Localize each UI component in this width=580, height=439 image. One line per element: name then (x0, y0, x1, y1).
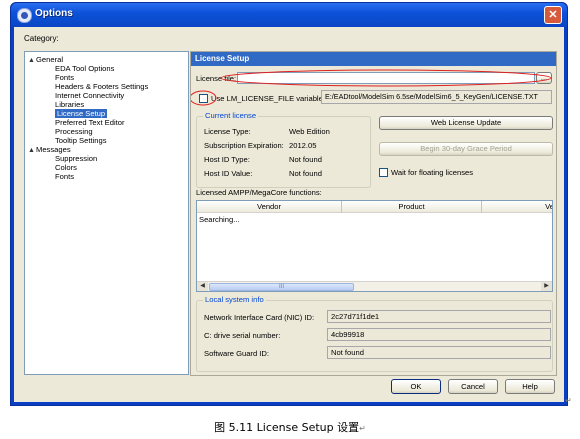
tree-item-label: Suppression (55, 154, 98, 163)
tree-item-label: Libraries (55, 100, 85, 109)
tree-item[interactable]: Colors (25, 163, 188, 172)
caption-return-mark: ↵ (359, 424, 366, 433)
tree-item-label: Preferred Text Editor (55, 118, 125, 127)
info-value: Not found (289, 169, 322, 178)
tree-item[interactable]: Headers & Footers Settings (25, 82, 188, 91)
app-icon (17, 8, 32, 23)
tree-item[interactable]: Fonts (25, 172, 188, 181)
scroll-left-icon[interactable]: ◀ (197, 282, 208, 291)
license-file-annotation-ellipse (220, 69, 552, 87)
tree-item-label: Fonts (55, 73, 74, 82)
info-value: Not found (289, 155, 322, 164)
tree-item[interactable]: Libraries (25, 100, 188, 109)
tree-item[interactable]: License Setup (25, 109, 188, 118)
tree-item[interactable]: Internet Connectivity (25, 91, 188, 100)
column-product[interactable]: Product (342, 201, 482, 213)
options-dialog: Options ✕ Category: ▲General EDA Tool Opt… (10, 2, 568, 406)
scroll-thumb[interactable]: III (209, 283, 354, 291)
tree-item[interactable]: ▲General (25, 55, 188, 64)
ampp-label: Licensed AMPP/MegaCore functions: (196, 188, 322, 197)
scroll-right-icon[interactable]: ▶ (541, 282, 552, 291)
tree-item[interactable]: EDA Tool Options (25, 64, 188, 73)
tree-item-label: Headers & Footers Settings (55, 82, 149, 91)
tree-item[interactable]: ▲Messages (25, 145, 188, 154)
help-button[interactable]: Help (505, 379, 555, 394)
annotation-overlay (191, 69, 552, 106)
tree-item-label: Tooltip Settings (55, 136, 107, 145)
info-value: 4cb99918 (327, 328, 551, 341)
info-value: 2012.05 (289, 141, 317, 150)
tree-item-label: Processing (55, 127, 93, 136)
tree-item[interactable]: Preferred Text Editor (25, 118, 188, 127)
info-key: License Type: (204, 127, 251, 136)
figure-caption: 图 5.11 License Setup 设置↵ (0, 419, 580, 435)
tree-item-label: EDA Tool Options (55, 64, 115, 73)
window-title: Options (35, 8, 73, 19)
caption-text: 图 5.11 License Setup 设置 (214, 421, 360, 434)
grace-period-button[interactable]: Begin 30-day Grace Period (379, 142, 553, 156)
info-key: Subscription Expiration: (204, 141, 284, 150)
license-setup-panel: License Setup License file: ... Use LM_L… (190, 51, 557, 376)
local-system-info-title: Local system info (203, 295, 266, 304)
info-key: Host ID Value: (204, 169, 253, 178)
info-value: Web Edition (289, 127, 330, 136)
ampp-table[interactable]: Vendor Product Versi Searching... ◀ III … (196, 200, 553, 292)
tree-item-label: Internet Connectivity (55, 91, 125, 100)
column-vendor[interactable]: Vendor (197, 201, 342, 213)
info-key: Software Guard ID: (204, 349, 269, 358)
close-button[interactable]: ✕ (544, 6, 562, 24)
info-value: Not found (327, 346, 551, 359)
title-bar[interactable]: Options ✕ (11, 3, 567, 27)
tree-item-label: Messages (36, 145, 71, 154)
searching-status: Searching... (199, 215, 240, 224)
wait-floating-label: Wait for floating licenses (391, 168, 474, 177)
info-key: Network Interface Card (NIC) ID: (204, 313, 315, 322)
web-license-update-button[interactable]: Web License Update (379, 116, 553, 130)
tree-item[interactable]: Suppression (25, 154, 188, 163)
wait-floating-checkbox[interactable] (379, 168, 388, 177)
category-label: Category: (24, 34, 59, 43)
tree-item[interactable]: Processing (25, 127, 188, 136)
category-tree[interactable]: ▲General EDA Tool Options Fonts Headers & F… (24, 51, 189, 375)
tree-item-label: Colors (55, 163, 77, 172)
tree-item-label: License Setup (55, 109, 108, 118)
tree-item-label: General (36, 55, 64, 64)
ok-button[interactable]: OK (391, 379, 441, 394)
checkbox-annotation-ellipse (191, 90, 217, 106)
cancel-button[interactable]: Cancel (448, 379, 498, 394)
current-license-group: Current license License Type: Web Edition… (196, 111, 371, 188)
tree-item[interactable]: Tooltip Settings (25, 136, 188, 145)
dialog-body: Category: ▲General EDA Tool Options Fonts H… (14, 27, 564, 402)
column-version[interactable]: Versi (482, 201, 552, 213)
info-key: Host ID Type: (204, 155, 250, 164)
horizontal-scrollbar[interactable]: ◀ III ▶ (197, 281, 552, 291)
info-key: C: drive serial number: (204, 331, 281, 340)
tree-item[interactable]: Fonts (25, 73, 188, 82)
info-value: 2c27d71f1de1 (327, 310, 551, 323)
local-system-info-group: Local system info Network Interface Card… (196, 295, 553, 372)
tree-expander-icon[interactable]: ▲ (28, 56, 36, 65)
return-mark: ↵ (565, 396, 572, 405)
tree-item-label: Fonts (55, 172, 74, 181)
current-license-title: Current license (203, 111, 259, 120)
tree-expander-icon[interactable]: ▲ (28, 146, 36, 155)
